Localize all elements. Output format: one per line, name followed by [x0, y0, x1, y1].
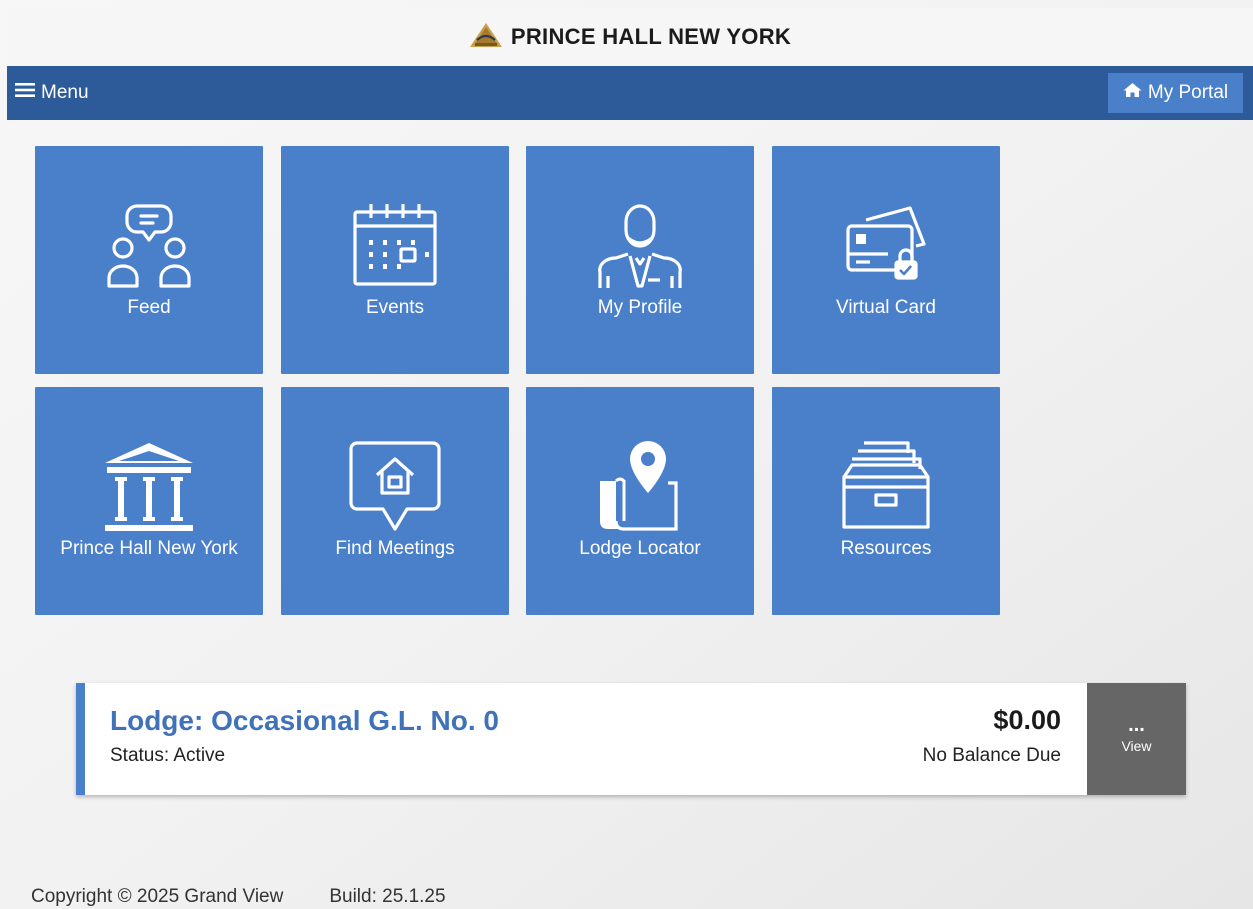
- menu-label: Menu: [41, 82, 89, 103]
- tile-label: Lodge Locator: [579, 538, 701, 559]
- chat-people-icon: [35, 196, 263, 296]
- footer: Copyright © 2025 Grand View Build: 25.1.…: [31, 886, 446, 908]
- more-dots-icon: ...: [1128, 714, 1145, 736]
- balance-status: No Balance Due: [922, 745, 1061, 766]
- hamburger-icon: [15, 82, 35, 104]
- view-label: View: [1121, 738, 1152, 754]
- navbar: Menu My Portal: [7, 66, 1253, 120]
- lodge-card: Lodge: Occasional G.L. No. 0 Status: Act…: [76, 683, 1186, 795]
- map-pin-icon: [526, 437, 754, 537]
- page-title: PRINCE HALL NEW YORK: [510, 24, 792, 49]
- build-number: Build: 25.1.25: [329, 886, 446, 907]
- home-speech-icon: [281, 437, 509, 537]
- brand[interactable]: PRINCE HALL NEW YORK: [469, 22, 791, 53]
- copyright-text: Copyright © 2025 Grand View: [31, 886, 284, 907]
- credit-card-lock-icon: [772, 196, 1000, 296]
- menu-button[interactable]: Menu: [15, 66, 89, 120]
- tile-virtual-card[interactable]: Virtual Card: [772, 146, 1000, 374]
- top-header: PRINCE HALL NEW YORK: [7, 8, 1253, 66]
- tile-prince-hall-new-york[interactable]: Prince Hall New York: [35, 387, 263, 615]
- tile-label: My Profile: [597, 297, 683, 318]
- tile-my-profile[interactable]: My Profile: [526, 146, 754, 374]
- tile-find-meetings[interactable]: Find Meetings: [281, 387, 509, 615]
- balance-amount: $0.00: [993, 705, 1061, 735]
- my-portal-label: My Portal: [1147, 82, 1229, 103]
- tile-label: Feed: [127, 297, 171, 318]
- tile-label: Virtual Card: [836, 297, 936, 318]
- tile-label: Find Meetings: [335, 538, 455, 559]
- tile-label: Events: [365, 297, 425, 318]
- lodge-title: Lodge: Occasional G.L. No. 0: [110, 705, 499, 736]
- file-cabinet-icon: [772, 437, 1000, 537]
- tile-resources[interactable]: Resources: [772, 387, 1000, 615]
- tile-events[interactable]: Events: [281, 146, 509, 374]
- pyramid-logo-icon: [469, 22, 503, 53]
- my-portal-button[interactable]: My Portal: [1108, 73, 1243, 113]
- tile-feed[interactable]: Feed: [35, 146, 263, 374]
- lodge-status: Status: Active: [110, 745, 226, 766]
- profile-icon: [526, 196, 754, 296]
- tile-label: Prince Hall New York: [60, 538, 238, 559]
- home-icon: [1123, 82, 1142, 104]
- tile-label: Resources: [840, 538, 932, 559]
- calendar-icon: [281, 196, 509, 296]
- tile-lodge-locator[interactable]: Lodge Locator: [526, 387, 754, 615]
- building-columns-icon: [35, 437, 263, 537]
- view-button[interactable]: ... View: [1087, 683, 1186, 795]
